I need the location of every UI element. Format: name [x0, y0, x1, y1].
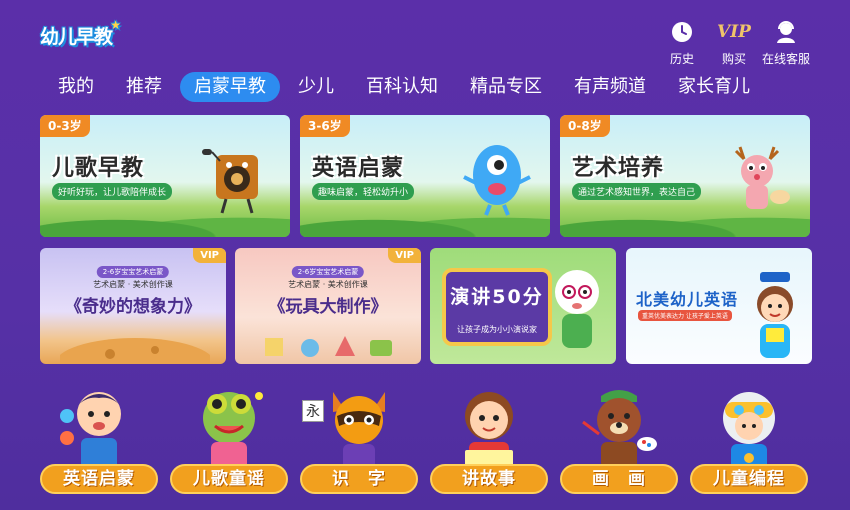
card-speech-50[interactable]: 演讲50分 让孩子成为小小演说家 [430, 248, 616, 364]
category-nursery-rhymes[interactable]: 儿歌童谣 [170, 382, 288, 500]
toys-icon [265, 336, 392, 357]
category-label: 英语启蒙 [40, 464, 158, 494]
card-title: 英语启蒙 [312, 156, 405, 181]
card-toy-making[interactable]: VIP 2-6岁宝宝艺术启蒙 艺术启蒙 · 美术创作课 《玩具大制作》 [235, 248, 421, 364]
category-english-enlightenment[interactable]: 英语启蒙 [40, 382, 158, 500]
robot-kid-icon [723, 392, 775, 474]
card-subtitle: 艺术启蒙 · 美术创作课 [93, 280, 173, 289]
customer-service-label: 在线客服 [761, 52, 810, 66]
logo-text: 幼儿早教 [40, 26, 113, 48]
character-card: 永 [302, 400, 324, 422]
tab-encyclopedia[interactable]: 百科认知 [352, 72, 452, 102]
girl-reading-icon [465, 392, 513, 472]
purchase-label: 购买 [721, 52, 746, 66]
card-tag: 2-6岁宝宝艺术启蒙 [291, 266, 365, 278]
category-literacy[interactable]: 永 识 字 [300, 382, 418, 500]
card-subtitle: 趣味启蒙，轻松幼升小 [312, 183, 415, 200]
app-logo: 幼儿早教 ★ [40, 18, 121, 49]
deer-character-icon [734, 146, 790, 209]
card-title: 演讲50分 [450, 286, 544, 308]
bear-painter-icon [582, 390, 657, 474]
customer-service-button[interactable]: 在线客服 [761, 20, 811, 67]
category-label: 画 画 [560, 464, 678, 494]
category-kids-programming[interactable]: 儿童编程 [690, 382, 808, 500]
card-wonderful-imagination[interactable]: VIP 2-6岁宝宝艺术启蒙 艺术启蒙 · 美术创作课 《奇妙的想象力》 [40, 248, 226, 364]
sheep-character-icon [555, 270, 599, 348]
card-title: 儿歌早教 [52, 156, 145, 181]
card-tag: 2-6岁宝宝艺术启蒙 [96, 266, 170, 278]
girl-character-icon [757, 272, 793, 358]
age-badge: 3-6岁 [300, 115, 350, 137]
history-label: 历史 [669, 52, 694, 66]
card-english-enlightenment[interactable]: 3-6岁 英语启蒙 趣味启蒙，轻松幼升小 [300, 115, 550, 237]
card-subtitle: 通过艺术感知世界，表达自己 [572, 183, 702, 200]
card-subtitle: 重英优美表达力 让孩子爱上英语 [638, 310, 732, 321]
tab-mine[interactable]: 我的 [40, 72, 108, 102]
age-badge: 0-8岁 [560, 115, 610, 137]
tab-audio[interactable]: 有声频道 [560, 72, 660, 102]
category-label: 儿童编程 [690, 464, 808, 494]
age-badge: 0-3岁 [40, 115, 90, 137]
tab-kids[interactable]: 少儿 [284, 72, 348, 102]
category-label: 识 字 [300, 464, 418, 494]
tv-frame: 演讲50分 让孩子成为小小演说家 [442, 268, 552, 346]
moon-surface-icon [60, 338, 210, 364]
raccoon-character-icon [333, 392, 385, 474]
vip-badge: VIP [193, 248, 226, 263]
card-title: 《玩具大制作》 [268, 297, 388, 317]
blue-monster-icon [463, 145, 531, 216]
card-north-american-english[interactable]: 北美幼儿英语 重英优美表达力 让孩子爱上英语 [626, 248, 812, 364]
category-label: 讲故事 [430, 464, 548, 494]
card-subtitle: 让孩子成为小小演说家 [457, 325, 537, 334]
card-subtitle: 好听好玩，让儿歌陪伴成长 [52, 183, 173, 200]
tab-early-education[interactable]: 启蒙早教 [180, 72, 280, 102]
vip-icon-text: VIP [717, 22, 751, 42]
vip-icon: VIP [709, 20, 759, 44]
clock-icon [657, 20, 707, 44]
frog-character-icon [203, 392, 263, 474]
card-title: 北美幼儿英语 [636, 290, 739, 309]
card-title: 艺术培养 [572, 156, 665, 181]
tab-premium[interactable]: 精品专区 [456, 72, 556, 102]
history-button[interactable]: 历史 [657, 20, 707, 67]
category-tabs: 我的 推荐 启蒙早教 少儿 百科认知 精品专区 有声频道 家长育儿 [40, 72, 768, 102]
boy-character-icon [60, 392, 121, 474]
speaker-character-icon [202, 149, 258, 214]
purchase-button[interactable]: VIP 购买 [709, 20, 759, 67]
vip-badge: VIP [388, 248, 421, 263]
category-storytelling[interactable]: 讲故事 [430, 382, 548, 500]
card-art-training[interactable]: 0-8岁 艺术培养 通过艺术感知世界，表达自己 [560, 115, 810, 237]
headset-icon [761, 20, 811, 44]
card-subtitle: 艺术启蒙 · 美术创作课 [288, 280, 368, 289]
tab-parenting[interactable]: 家长育儿 [664, 72, 764, 102]
category-label: 儿歌童谣 [170, 464, 288, 494]
category-drawing[interactable]: 画 画 [560, 382, 678, 500]
card-title: 《奇妙的想象力》 [65, 297, 201, 317]
star-icon: ★ [110, 18, 121, 32]
tab-recommend[interactable]: 推荐 [112, 72, 176, 102]
card-nursery-rhymes[interactable]: 0-3岁 儿歌早教 好听好玩，让儿歌陪伴成长 [40, 115, 290, 237]
